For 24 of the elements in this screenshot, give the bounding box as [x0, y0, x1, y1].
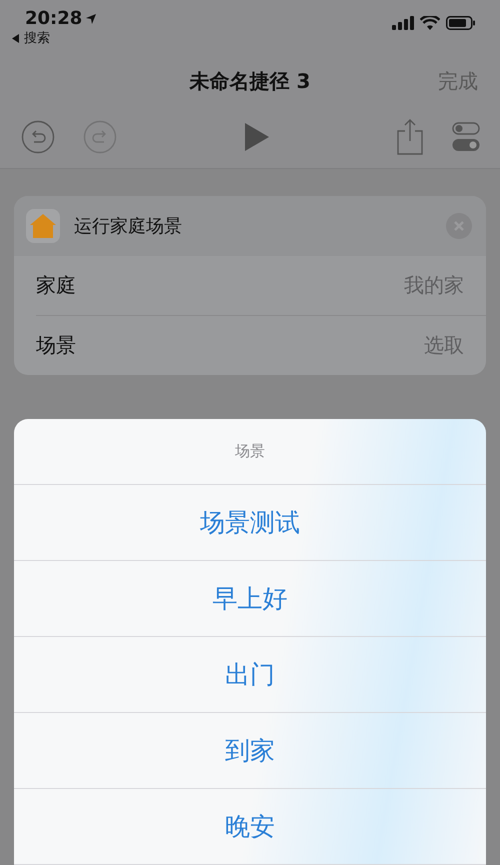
shortcut-title: 未命名捷径 3 [190, 68, 310, 95]
location-arrow-icon [85, 12, 98, 24]
status-time: 20:28 [25, 8, 82, 29]
scene-option[interactable]: 早上好 [14, 561, 486, 637]
battery-icon [446, 16, 476, 30]
back-link[interactable]: 搜索 [12, 29, 98, 47]
sheet-title: 场景 [14, 419, 486, 485]
parameter-label: 家庭 [36, 272, 76, 299]
scene-option[interactable]: 出门 [14, 637, 486, 713]
settings-toggles-icon[interactable] [452, 120, 480, 154]
parameter-value[interactable]: 我的家 [404, 272, 464, 299]
share-icon[interactable] [396, 118, 424, 155]
parameter-label: 场景 [36, 332, 76, 359]
undo-icon[interactable] [21, 120, 55, 154]
back-arrow-icon [12, 34, 20, 42]
home-app-icon [26, 209, 60, 243]
parameter-value[interactable]: 选取 [424, 332, 464, 359]
scene-option[interactable]: 场景测试 [14, 485, 486, 561]
scene-option[interactable]: 晚安 [14, 789, 486, 865]
wifi-icon [420, 16, 440, 30]
signal-icon [392, 16, 414, 30]
play-icon[interactable] [244, 122, 268, 151]
scene-option[interactable]: 到家 [14, 713, 486, 789]
action-title: 运行家庭场景 [74, 215, 183, 238]
